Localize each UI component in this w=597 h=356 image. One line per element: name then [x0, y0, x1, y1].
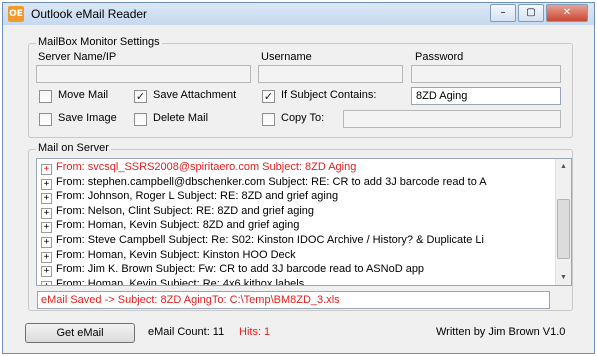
copy-to-checkbox[interactable]: [262, 113, 275, 126]
username-label: Username: [261, 51, 312, 63]
title-bar[interactable]: OE Outlook eMail Reader – ▢ ✕: [3, 3, 594, 25]
hits-count: Hits: 1: [239, 326, 271, 338]
plus-box-icon[interactable]: +: [41, 222, 52, 234]
if-subject-label: If Subject Contains:: [281, 89, 377, 101]
save-image-label: Save Image: [58, 112, 117, 124]
arrow-up-icon[interactable]: ▲: [557, 160, 570, 173]
mail-on-server-label: Mail on Server: [36, 142, 111, 154]
if-subject-checkbox[interactable]: ✓: [262, 90, 275, 103]
copy-to-field[interactable]: [343, 110, 561, 128]
plus-box-icon[interactable]: +: [41, 178, 52, 190]
tree-row[interactable]: + From: Homan, Kevin Subject: Kinston HOO…: [41, 249, 296, 264]
mailbox-settings-label: MailBox Monitor Settings: [36, 36, 162, 48]
tree-row[interactable]: + From: Steve Campbell Subject: Re: S02: …: [41, 234, 484, 249]
scrollbar-thumb[interactable]: [557, 199, 570, 259]
window-title: Outlook eMail Reader: [31, 7, 148, 21]
plus-box-icon[interactable]: +: [41, 251, 52, 263]
plus-box-icon[interactable]: +: [41, 237, 52, 248]
server-label: Server Name/IP: [38, 51, 117, 63]
tree-row[interactable]: + From: svcsql_SSRS2008@spiritaero.com Su…: [41, 161, 356, 176]
server-field[interactable]: [36, 65, 251, 83]
tree-row[interactable]: + From: Homan, Kevin Subject: Re: 4x6 kit…: [41, 277, 305, 286]
tree-row[interactable]: + From: Homan, Kevin Subject: 8ZD and gri…: [41, 219, 299, 234]
copy-to-label: Copy To:: [281, 112, 325, 124]
tree-row-text: From: Homan, Kevin Subject: 8ZD and grie…: [56, 219, 300, 232]
email-count: eMail Count: 11: [148, 326, 225, 338]
save-attachment-checkbox[interactable]: ✓: [134, 90, 147, 103]
plus-box-icon[interactable]: +: [41, 207, 52, 219]
app-window: OE Outlook eMail Reader – ▢ ✕ MailBox Mo…: [2, 2, 595, 354]
author-credit: Written by Jim Brown V1.0: [436, 326, 566, 338]
subject-field[interactable]: 8ZD Aging: [411, 87, 561, 105]
tree-row-text: From: Homan, Kevin Subject: Kinston HOO …: [56, 248, 296, 261]
mail-tree[interactable]: + From: svcsql_SSRS2008@spiritaero.com Su…: [36, 158, 572, 286]
tree-row-text: From: Homan, Kevin Subject: Re: 4x6 kith…: [56, 277, 305, 286]
tree-row[interactable]: + From: Jim K. Brown Subject: Fw: CR to a…: [41, 263, 424, 278]
get-email-button[interactable]: Get eMail: [25, 323, 135, 343]
close-button[interactable]: ✕: [546, 4, 588, 22]
tree-row[interactable]: + From: stephen.campbell@dbschenker.com S…: [41, 176, 487, 191]
save-attachment-label: Save Attachment: [153, 89, 237, 101]
delete-mail-checkbox[interactable]: [134, 113, 147, 126]
delete-mail-label: Delete Mail: [153, 112, 209, 124]
plus-box-icon[interactable]: +: [41, 280, 52, 285]
plus-box-icon[interactable]: +: [41, 266, 52, 278]
tree-row-text: From: stephen.campbell@dbschenker.com Su…: [56, 175, 487, 188]
password-label: Password: [415, 51, 464, 63]
tree-scrollbar[interactable]: ▲ ▼: [555, 159, 571, 285]
status-line: eMail Saved -> Subject: 8ZD AgingTo: C:\…: [37, 291, 550, 309]
password-field[interactable]: [411, 65, 561, 83]
app-icon: OE: [8, 6, 24, 22]
minimize-button[interactable]: –: [490, 4, 516, 22]
tree-row[interactable]: + From: Nelson, Clint Subject: RE: 8ZD an…: [41, 205, 314, 220]
move-mail-label: Move Mail: [58, 89, 109, 101]
tree-row-text: From: Nelson, Clint Subject: RE: 8ZD and…: [56, 204, 315, 217]
tree-row-text: From: Johnson, Roger L Subject: RE: 8ZD …: [56, 190, 339, 203]
arrow-down-icon[interactable]: ▼: [557, 271, 570, 284]
plus-box-icon[interactable]: +: [41, 193, 52, 205]
tree-row[interactable]: + From: Johnson, Roger L Subject: RE: 8ZD…: [41, 190, 338, 205]
tree-row-text: From: Jim K. Brown Subject: Fw: CR to ad…: [56, 263, 425, 276]
save-image-checkbox[interactable]: [39, 113, 52, 126]
tree-row-text: From: svcsql_SSRS2008@spiritaero.com Sub…: [56, 161, 357, 173]
username-field[interactable]: [258, 65, 403, 83]
plus-box-icon[interactable]: +: [41, 164, 52, 175]
tree-row-text: From: Steve Campbell Subject: Re: S02: K…: [56, 234, 484, 246]
maximize-button[interactable]: ▢: [518, 4, 544, 22]
move-mail-checkbox[interactable]: [39, 90, 52, 103]
